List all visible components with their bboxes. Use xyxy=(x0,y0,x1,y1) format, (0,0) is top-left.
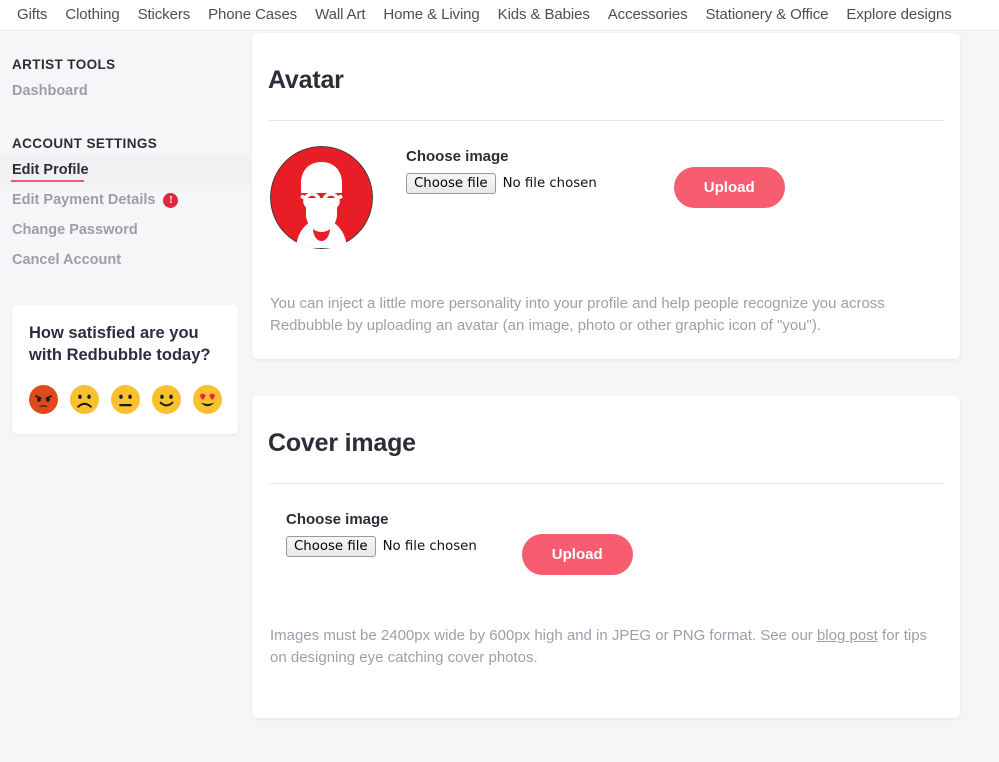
nav-item-explore-designs[interactable]: Explore designs xyxy=(837,0,960,30)
survey-face-neutral[interactable] xyxy=(111,384,140,414)
cover-help-text-before: Images must be 2400px wide by 600px high… xyxy=(270,627,817,644)
alert-exclamation-icon: ! xyxy=(163,192,179,208)
sidebar-item-label: Dashboard xyxy=(12,83,88,99)
survey-rating-scale xyxy=(29,384,222,414)
survey-face-frowning[interactable] xyxy=(70,384,99,414)
nav-item-phone-cases[interactable]: Phone Cases xyxy=(199,0,306,30)
sidebar-item-edit-payment-details[interactable]: Edit Payment Details ! xyxy=(0,185,250,215)
nav-item-stickers[interactable]: Stickers xyxy=(129,0,200,30)
sidebar-group-artist-tools: ARTIST TOOLS xyxy=(12,57,116,72)
sidebar-item-cancel-account[interactable]: Cancel Account xyxy=(0,245,250,275)
page-body: ARTIST TOOLS Dashboard ACCOUNT SETTINGS … xyxy=(0,31,999,762)
survey-question: How satisfied are you with Redbubble tod… xyxy=(29,324,211,364)
survey-face-smiling[interactable] xyxy=(152,384,181,414)
avatar-choose-image-label: Choose image xyxy=(406,148,509,165)
avatar-card: Avatar Choose image Choose file No file … xyxy=(252,33,960,359)
cover-image-card: Cover image Choose image Choose file No … xyxy=(252,396,960,718)
cover-file-field-column: Choose image Choose file No file chosen xyxy=(286,511,477,557)
survey-face-angry[interactable] xyxy=(29,384,58,414)
survey-face-heart-eyes[interactable] xyxy=(193,384,222,414)
avatar-upload-fields: Choose image Choose file No file chosen … xyxy=(406,146,944,208)
satisfaction-survey-card: How satisfied are you with Redbubble tod… xyxy=(12,305,238,434)
avatar-upload-button[interactable]: Upload xyxy=(673,167,785,208)
avatar-upload-button-wrap: Upload xyxy=(673,167,785,208)
nav-item-clothing[interactable]: Clothing xyxy=(56,0,128,30)
cover-upload-fields: Choose image Choose file No file chosen … xyxy=(286,509,944,575)
nav-item-stationery-and-office[interactable]: Stationery & Office xyxy=(697,0,838,30)
cover-file-status: No file chosen xyxy=(382,539,477,554)
cover-help-text: Images must be 2400px wide by 600px high… xyxy=(268,575,935,669)
sidebar-item-label: Edit Payment Details xyxy=(12,192,156,208)
cover-file-input[interactable]: Choose file No file chosen xyxy=(286,536,477,557)
sidebar: ARTIST TOOLS Dashboard ACCOUNT SETTINGS … xyxy=(0,31,250,434)
cover-section-title: Cover image xyxy=(268,429,416,457)
nav-item-accessories[interactable]: Accessories xyxy=(599,0,697,30)
cover-choose-file-button[interactable]: Choose file xyxy=(286,536,376,557)
nav-item-kids-and-babies[interactable]: Kids & Babies xyxy=(489,0,599,30)
sidebar-item-edit-profile[interactable]: Edit Profile xyxy=(0,155,250,185)
sidebar-item-label: Cancel Account xyxy=(12,252,122,268)
avatar-preview-image xyxy=(270,146,373,249)
cover-upload-row: Choose image Choose file No file chosen … xyxy=(268,484,944,575)
avatar-section-title: Avatar xyxy=(268,66,344,94)
active-underline xyxy=(11,180,84,182)
avatar-choose-file-button[interactable]: Choose file xyxy=(406,173,496,194)
avatar-file-status: No file chosen xyxy=(502,176,597,191)
sidebar-item-label: Edit Profile xyxy=(12,162,89,178)
avatar-help-text: You can inject a little more personality… xyxy=(270,295,885,334)
avatar-file-input[interactable]: Choose file No file chosen xyxy=(406,173,597,194)
nav-item-wall-art[interactable]: Wall Art xyxy=(306,0,374,30)
nav-item-gifts[interactable]: Gifts xyxy=(8,0,56,30)
top-navigation: Gifts Clothing Stickers Phone Cases Wall… xyxy=(0,0,999,31)
avatar-file-field-column: Choose image Choose file No file chosen xyxy=(406,148,597,194)
avatar-upload-row: Choose image Choose file No file chosen … xyxy=(268,121,944,249)
sidebar-item-label: Change Password xyxy=(12,222,138,238)
cover-upload-button[interactable]: Upload xyxy=(521,534,633,575)
blog-post-link[interactable]: blog post xyxy=(817,627,878,644)
main-content: Avatar Choose image Choose file No file … xyxy=(250,31,999,718)
sidebar-item-change-password[interactable]: Change Password xyxy=(0,215,250,245)
sidebar-group-account-settings: ACCOUNT SETTINGS xyxy=(12,136,158,151)
sidebar-item-dashboard[interactable]: Dashboard xyxy=(0,76,250,106)
nav-item-home-and-living[interactable]: Home & Living xyxy=(374,0,488,30)
cover-choose-image-label: Choose image xyxy=(286,511,389,528)
cover-upload-button-wrap: Upload xyxy=(521,534,633,575)
